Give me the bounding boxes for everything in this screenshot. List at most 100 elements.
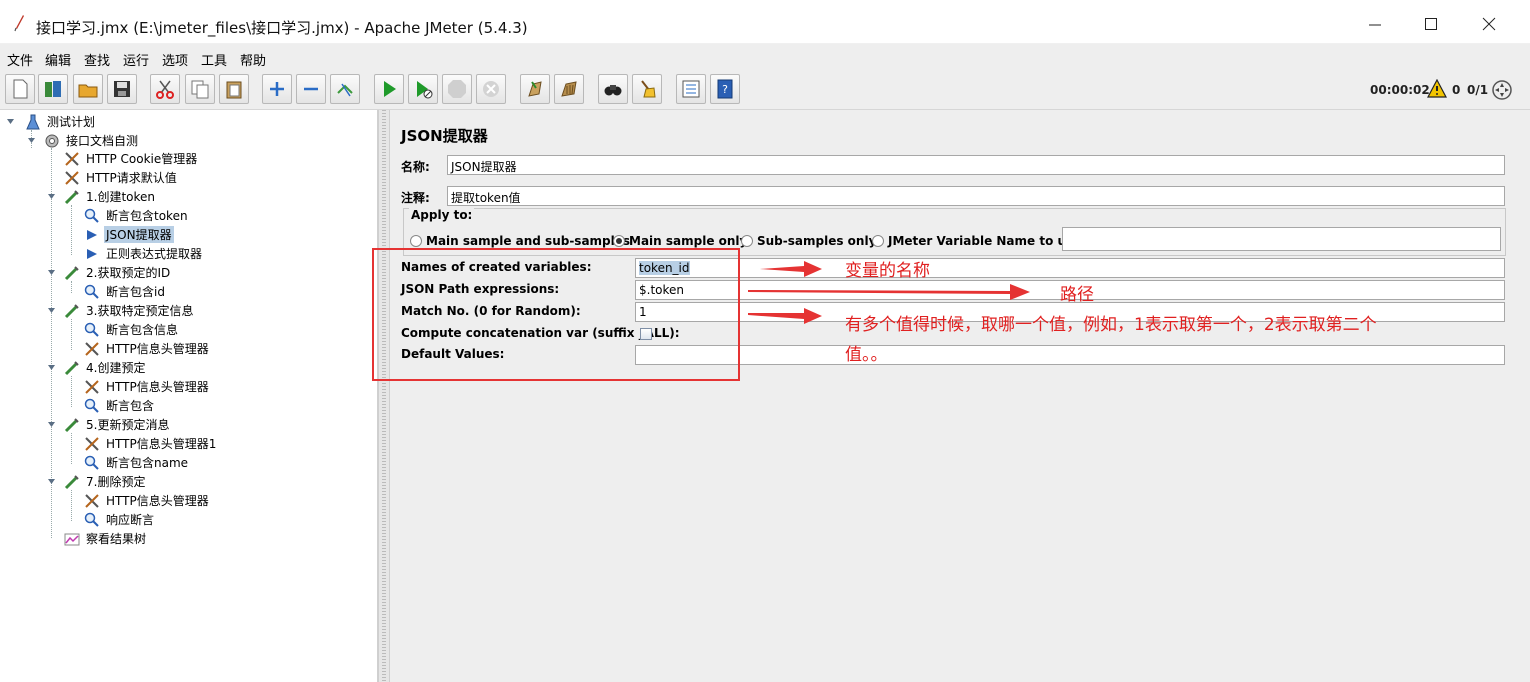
search-button[interactable] — [598, 74, 628, 104]
clear-all-button[interactable] — [554, 74, 584, 104]
collapse-handle-icon[interactable] — [47, 363, 56, 372]
radio-sub-only[interactable]: Sub-samples only — [741, 234, 876, 248]
name-field[interactable]: JSON提取器 — [447, 155, 1505, 175]
collapse-handle-icon[interactable] — [6, 117, 15, 126]
new-button[interactable] — [5, 74, 35, 104]
annotation-highlight-box — [372, 248, 740, 381]
tree-node-assert-token[interactable]: 断言包含token — [83, 206, 190, 225]
collapse-button[interactable] — [296, 74, 326, 104]
paste-button[interactable] — [219, 74, 249, 104]
radio-main-only[interactable]: Main sample only — [613, 234, 747, 248]
assertion-icon — [83, 511, 101, 529]
stop-button[interactable] — [442, 74, 472, 104]
listener-icon — [63, 530, 81, 548]
tree-node-results-tree[interactable]: 察看结果树 — [63, 529, 148, 548]
tree-node-thread-group[interactable]: 接口文档自测 — [43, 131, 140, 150]
tree-node-get-booking-info[interactable]: 3.获取特定预定信息 — [63, 301, 195, 320]
shutdown-button[interactable] — [476, 74, 506, 104]
new-icon — [13, 79, 28, 99]
templates-button[interactable] — [38, 74, 68, 104]
menu-file[interactable]: 文件 — [7, 50, 33, 69]
tree-node-delete-booking[interactable]: 7.删除预定 — [63, 472, 147, 491]
close-button[interactable] — [1474, 12, 1504, 36]
assertion-icon — [83, 454, 101, 472]
tree-node-get-booking-id[interactable]: 2.获取预定的ID — [63, 263, 172, 282]
tree-node-header-manager-1[interactable]: HTTP信息头管理器1 — [83, 434, 218, 453]
start-icon — [384, 81, 396, 97]
clear-icon — [528, 81, 542, 97]
toolbar: ? — [0, 70, 1530, 110]
menu-bar: 文件 编辑 查找 运行 选项 工具 帮助 — [0, 44, 1530, 70]
menu-search[interactable]: 查找 — [84, 50, 110, 69]
thread-group-icon — [43, 132, 61, 150]
copy-button[interactable] — [185, 74, 215, 104]
menu-help[interactable]: 帮助 — [240, 50, 266, 69]
collapse-handle-icon[interactable] — [47, 477, 56, 486]
collapse-handle-icon[interactable] — [47, 420, 56, 429]
shutdown-icon — [483, 81, 499, 97]
warning-icon[interactable] — [1427, 79, 1447, 99]
toggle-button[interactable] — [330, 74, 360, 104]
collapse-handle-icon[interactable] — [47, 268, 56, 277]
menu-tools[interactable]: 工具 — [201, 50, 227, 69]
clear-button[interactable] — [520, 74, 550, 104]
save-icon — [114, 81, 130, 97]
radio-main-and-sub[interactable]: Main sample and sub-samples — [410, 234, 630, 248]
save-button[interactable] — [107, 74, 137, 104]
tree-node-create-token[interactable]: 1.创建token — [63, 187, 157, 206]
split-pane-divider[interactable] — [378, 110, 390, 682]
tree-node-header-manager[interactable]: HTTP信息头管理器 — [83, 377, 211, 396]
tree-node-response-assertion[interactable]: 响应断言 — [83, 510, 156, 529]
menu-run[interactable]: 运行 — [123, 50, 149, 69]
tree-node-regex-extractor[interactable]: 正则表达式提取器 — [83, 244, 204, 263]
tree-node-cookie-manager[interactable]: HTTP Cookie管理器 — [63, 149, 199, 168]
expand-icon — [270, 82, 284, 96]
collapse-handle-icon[interactable] — [27, 136, 36, 145]
variable-name-field[interactable] — [1062, 227, 1501, 251]
remote-status-icon[interactable] — [1491, 79, 1513, 101]
sampler-icon — [63, 302, 81, 320]
config-tool-icon — [63, 169, 81, 187]
comment-field[interactable]: 提取token值 — [447, 186, 1505, 206]
tree-node-assert-contains[interactable]: 断言包含 — [83, 396, 156, 415]
minimize-button[interactable] — [1360, 12, 1390, 36]
menu-options[interactable]: 选项 — [162, 50, 188, 69]
tree-node-assert-info[interactable]: 断言包含信息 — [83, 320, 180, 339]
assertion-icon — [83, 321, 101, 339]
extractor-icon — [83, 245, 101, 263]
tree-node-update-booking[interactable]: 5.更新预定消息 — [63, 415, 171, 434]
active-threads: 0/1 — [1467, 83, 1489, 97]
annotation-arrow-icon — [760, 261, 822, 277]
annotation-variable-name: 变量的名称 — [845, 261, 930, 281]
function-helper-icon — [682, 80, 700, 98]
cut-button[interactable] — [150, 74, 180, 104]
default-values-field[interactable] — [635, 345, 1505, 365]
error-count: 0 — [1452, 83, 1461, 97]
tree-node-header-manager[interactable]: HTTP信息头管理器 — [83, 491, 211, 510]
function-helper-button[interactable] — [676, 74, 706, 104]
open-button[interactable] — [73, 74, 103, 104]
close-icon — [1482, 17, 1496, 31]
help-button[interactable]: ? — [710, 74, 740, 104]
tree-node-assert-name[interactable]: 断言包含name — [83, 453, 190, 472]
reset-search-button[interactable] — [632, 74, 662, 104]
tree-node-assert-id[interactable]: 断言包含id — [83, 282, 167, 301]
menu-edit[interactable]: 编辑 — [45, 50, 71, 69]
config-tool-icon — [83, 378, 101, 396]
expand-button[interactable] — [262, 74, 292, 104]
tree-node-header-manager[interactable]: HTTP信息头管理器 — [83, 339, 211, 358]
collapse-handle-icon[interactable] — [47, 306, 56, 315]
panel-title: JSON提取器 — [401, 127, 488, 145]
start-no-pause-button[interactable] — [408, 74, 438, 104]
extractor-icon — [83, 226, 101, 244]
start-button[interactable] — [374, 74, 404, 104]
assertion-icon — [83, 207, 101, 225]
tree-node-create-booking[interactable]: 4.创建预定 — [63, 358, 147, 377]
radio-variable-name[interactable]: JMeter Variable Name to use — [872, 234, 1081, 248]
tree-node-test-plan[interactable]: 测试计划 — [24, 112, 97, 131]
tree-node-http-defaults[interactable]: HTTP请求默认值 — [63, 168, 179, 187]
maximize-button[interactable] — [1416, 12, 1446, 36]
tree-node-json-extractor[interactable]: JSON提取器 — [83, 225, 174, 244]
collapse-handle-icon[interactable] — [47, 192, 56, 201]
reset-search-icon — [641, 80, 656, 98]
